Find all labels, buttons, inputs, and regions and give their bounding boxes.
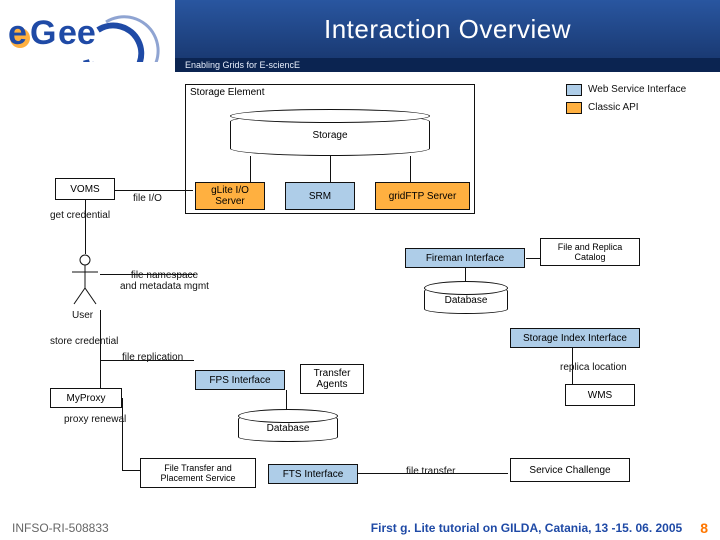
store-credential-label: store credential: [50, 336, 118, 347]
fps-label: FPS Interface: [209, 375, 270, 386]
myproxy-label: MyProxy: [67, 393, 106, 404]
srm-label: SRM: [309, 191, 331, 202]
tagline: Enabling Grids for E-sciencE: [175, 58, 720, 72]
get-credential-label: get credential: [50, 210, 110, 221]
fts-if-label: FTS Interface: [283, 469, 344, 480]
fps-interface: FPS Interface: [195, 370, 285, 390]
file-replica-catalog: File and Replica Catalog: [540, 238, 640, 266]
file-transfer-service: File Transfer and Placement Service: [140, 458, 256, 488]
fireman-label: Fireman Interface: [426, 253, 504, 264]
user-label: User: [72, 310, 93, 321]
user-icon: [70, 254, 100, 306]
fts-interface: FTS Interface: [268, 464, 358, 484]
file-replication-label: file replication: [122, 352, 183, 363]
tagline-text: Enabling Grids for E-sciencE: [185, 60, 300, 70]
storage-index-interface: Storage Index Interface: [510, 328, 640, 348]
footer-left: INFSO-RI-508833: [12, 521, 109, 535]
file-io-label: file I/O: [133, 193, 162, 204]
service-challenge-label: Service Challenge: [529, 465, 610, 476]
db-fts: Database: [238, 414, 338, 442]
svg-text:ee: ee: [58, 14, 96, 52]
gridftp-label: gridFTP Server: [389, 191, 457, 202]
storage-index-label: Storage Index Interface: [523, 333, 627, 344]
gridftp-server: gridFTP Server: [375, 182, 470, 210]
page-title: Interaction Overview: [324, 14, 571, 45]
db2-label: Database: [267, 423, 310, 434]
srm-box: SRM: [285, 182, 355, 210]
voms-label: VOMS: [70, 184, 99, 195]
wms-label: WMS: [588, 390, 612, 401]
svg-text:G: G: [30, 14, 56, 52]
file-transfer-service-label: File Transfer and Placement Service: [144, 463, 252, 483]
page-number: 8: [700, 520, 708, 536]
service-challenge: Service Challenge: [510, 458, 630, 482]
wms-box: WMS: [565, 384, 635, 406]
storage-cylinder: Storage: [230, 114, 430, 156]
glite-io-server: gLite I/O Server: [195, 182, 265, 210]
svg-text:e: e: [8, 14, 27, 52]
footer: INFSO-RI-508833 First g. Lite tutorial o…: [0, 516, 720, 540]
myproxy-box: MyProxy: [50, 388, 122, 408]
storage-label: Storage: [312, 130, 347, 141]
transfer-agents: Transfer Agents: [300, 364, 364, 394]
replica-location-label: replica location: [560, 362, 627, 373]
transfer-agents-label: Transfer Agents: [304, 368, 360, 390]
file-transfer-label: file transfer: [406, 466, 455, 477]
db1-label: Database: [445, 295, 488, 306]
egee-logo: e G ee: [8, 4, 168, 62]
storage-element-label: Storage Element: [190, 87, 265, 98]
title-bar: Interaction Overview: [175, 0, 720, 58]
fireman-interface: Fireman Interface: [405, 248, 525, 268]
footer-center: First g. Lite tutorial on GILDA, Catania…: [371, 521, 682, 535]
proxy-renewal-label: proxy renewal: [64, 414, 126, 425]
voms-box: VOMS: [55, 178, 115, 200]
glite-io-label: gLite I/O Server: [199, 185, 261, 207]
file-replica-label: File and Replica Catalog: [544, 242, 636, 262]
db-catalog: Database: [424, 286, 508, 314]
diagram-canvas: Storage Element Storage gLite I/O Server…: [10, 78, 710, 510]
